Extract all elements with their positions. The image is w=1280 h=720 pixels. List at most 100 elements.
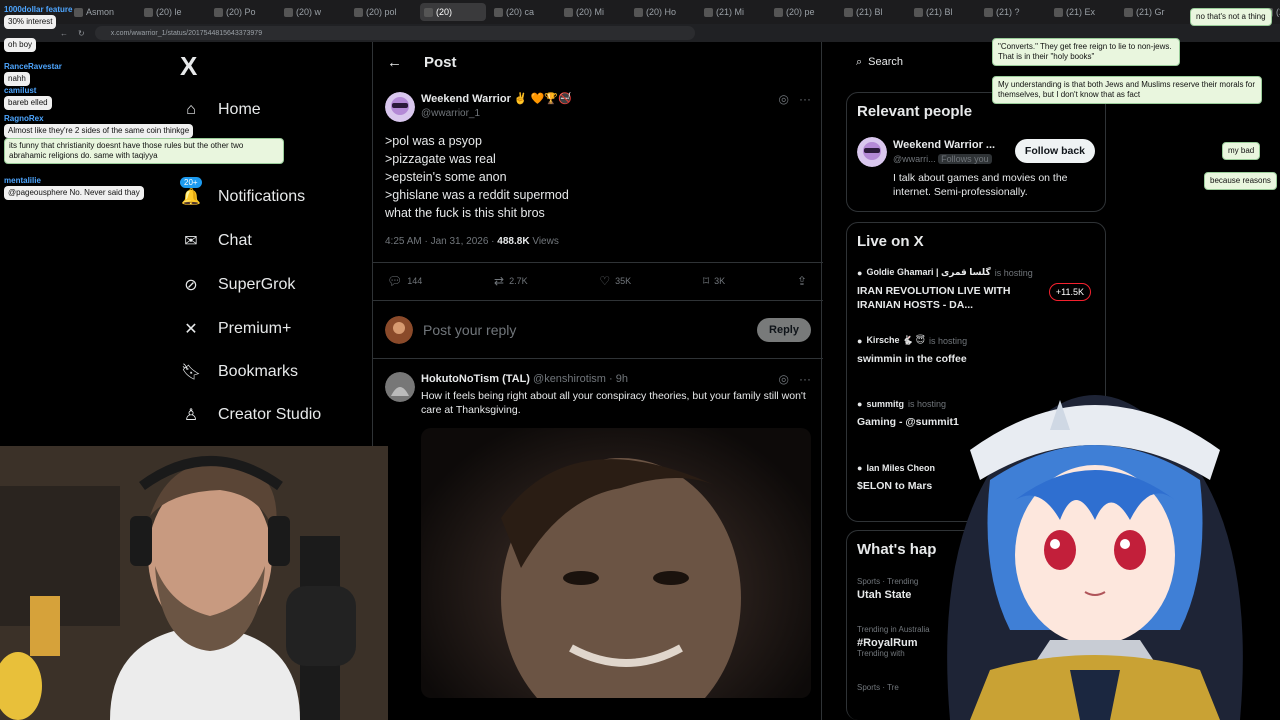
- tab-favicon-icon: [634, 7, 643, 17]
- live-item[interactable]: ● Goldie Ghamari | گلسا قمری is hosting IR…: [857, 267, 1097, 312]
- browser-tab[interactable]: (21) Gr: [1120, 3, 1186, 21]
- nav-item-creator-studio[interactable]: ♙ Creator Studio: [180, 403, 321, 427]
- chat-username: mentalilie: [4, 176, 41, 185]
- chat-message: oh boy: [4, 38, 37, 52]
- reply-author-handle: @kenshirotism · 9h: [529, 373, 628, 385]
- nav-item-premium[interactable]: ✕ Premium+: [180, 317, 291, 341]
- chat-text: Almost like they're 2 sides of the same …: [4, 124, 194, 138]
- tab-label: (20) pol: [366, 7, 397, 17]
- tab-favicon-icon: [774, 7, 783, 17]
- nav-item-label: Notifications: [218, 188, 306, 205]
- grok-icon[interactable]: ◎: [779, 92, 789, 106]
- listener-count: +11.5K: [1048, 283, 1091, 301]
- relevant-people-panel: Relevant people Weekend Warrior ... @wwa…: [846, 92, 1106, 212]
- nav-item-supergrok[interactable]: ⊘ SuperGrok: [180, 273, 295, 297]
- bookmark-button[interactable]: ⌑ 3K: [703, 274, 725, 288]
- x-icon: ✕: [184, 321, 198, 338]
- bookmark-icon: ⌑: [702, 274, 710, 288]
- grok-icon[interactable]: ◎: [779, 372, 789, 386]
- post-text: >pol was a psyop >pizzagate was real >epst…: [385, 132, 569, 222]
- host-avatar-icon: ●: [857, 463, 863, 473]
- browser-tab[interactable]: (20) pe: [770, 3, 836, 21]
- browser-tab[interactable]: (20): [420, 3, 486, 21]
- chat-text: @pageousphere No. Never said thay: [4, 186, 144, 200]
- browser-tab[interactable]: (20) Ho: [630, 3, 696, 21]
- browser-tab[interactable]: (21) Bl: [910, 3, 976, 21]
- browser-tab[interactable]: (21) Bl: [840, 3, 906, 21]
- avatar[interactable]: [857, 137, 887, 167]
- browser-tab[interactable]: Asmon: [70, 3, 136, 21]
- browser-tab[interactable]: (20) Po: [210, 3, 276, 21]
- chat-message: My understanding is that both Jews and M…: [992, 76, 1262, 104]
- tab-label: (21) Bl: [856, 7, 883, 17]
- hosting-label: is hosting: [929, 335, 968, 346]
- post-text-line: >ghislane was a reddit supermod: [385, 188, 569, 202]
- browser-tab[interactable]: (20) le: [140, 3, 206, 21]
- repost-button[interactable]: ⇄ 2.7K: [494, 274, 528, 288]
- avatar[interactable]: [385, 372, 415, 402]
- relevant-person-name[interactable]: Weekend Warrior ...: [893, 139, 995, 151]
- like-button[interactable]: ♡ 35K: [599, 274, 631, 288]
- bell-icon: 🔔 20+: [180, 177, 202, 206]
- tab-favicon-icon: [494, 7, 503, 17]
- vtuber-avatar: [910, 370, 1280, 720]
- post-detail-column: ← Post Weekend Warrior ✌️ 🧡🏆🚭 @wwarrior_…: [372, 42, 823, 720]
- live-title: IRAN REVOLUTION LIVE WITH IRANIAN HOSTS …: [857, 285, 1011, 311]
- browser-tab[interactable]: (21) ?: [980, 3, 1046, 21]
- nav-item-label: Premium+: [218, 320, 292, 337]
- back-icon[interactable]: ←: [60, 29, 68, 38]
- author-name[interactable]: Weekend Warrior ✌️ 🧡🏆🚭: [421, 92, 572, 105]
- follow-back-button[interactable]: Follow back: [1014, 139, 1095, 163]
- address-bar[interactable]: x.com/wwarrior_1/status/2017544815643373…: [94, 26, 695, 40]
- views-label: Views: [529, 236, 559, 247]
- reply-author[interactable]: HokutoNoTism (TAL) @kenshirotism · 9h: [421, 373, 628, 385]
- share-icon[interactable]: ⇪: [797, 274, 807, 288]
- tab-label: Asmon: [86, 7, 115, 17]
- like-count: 35K: [615, 276, 632, 286]
- chat-message: "Converts." They get free reign to lie t…: [992, 38, 1180, 66]
- heart-icon: ♡: [599, 274, 611, 288]
- nav-item-chat[interactable]: ✉ Chat: [180, 229, 252, 253]
- author-handle[interactable]: @wwarrior_1: [421, 108, 480, 119]
- reply-button[interactable]: 💬︎ 144: [387, 274, 422, 288]
- reply-input[interactable]: Post your reply: [423, 322, 757, 338]
- reload-icon[interactable]: ↻: [78, 29, 85, 38]
- nav-item-label: SuperGrok: [218, 276, 296, 293]
- browser-tab[interactable]: (20) Mi: [560, 3, 626, 21]
- more-icon[interactable]: ···: [799, 92, 811, 106]
- chat-message: my bad: [1222, 142, 1261, 160]
- x-logo-icon[interactable]: X: [180, 51, 197, 82]
- reply-submit-button[interactable]: Reply: [757, 318, 811, 342]
- more-icon[interactable]: ···: [799, 372, 811, 386]
- chat-text: nahh: [4, 72, 30, 86]
- browser-tab[interactable]: (21) Ex: [1050, 3, 1116, 21]
- bookmark-icon: 🔖︎: [180, 364, 202, 381]
- tab-label: (21) Ex: [1066, 7, 1096, 17]
- nav-item-bookmarks[interactable]: 🔖︎ Bookmarks: [180, 360, 298, 384]
- post-text-line: >pizzagate was real: [385, 152, 496, 166]
- browser-tab[interactable]: (20) w: [280, 3, 346, 21]
- tab-label: (20) Mi: [576, 7, 605, 17]
- views-count: 488.8K: [497, 236, 530, 247]
- nav-item-notifications[interactable]: 🔔 20+ Notifications: [180, 177, 306, 209]
- live-item[interactable]: ● Kirsche 🐇 😇 is hosting swimmin in the co…: [857, 335, 1097, 366]
- trend-item[interactable]: Sports · Tre: [857, 683, 899, 692]
- avatar[interactable]: [385, 92, 415, 122]
- post-timestamp[interactable]: 4:25 AM · Jan 31, 2026 ·: [385, 236, 497, 247]
- browser-tab[interactable]: (21) Mi: [700, 3, 766, 21]
- post-metadata: 4:25 AM · Jan 31, 2026 · 488.8K Views: [385, 236, 559, 247]
- tab-favicon-icon: [214, 7, 223, 17]
- tab-favicon-icon: [1124, 7, 1133, 17]
- reply-media-image[interactable]: [421, 428, 811, 698]
- tab-label: (20) w: [296, 7, 322, 17]
- bookmark-count: 3K: [714, 276, 726, 286]
- browser-tab[interactable]: (20) ca: [490, 3, 556, 21]
- reply-author-name: HokutoNoTism (TAL): [421, 373, 530, 385]
- chat-text: 30% interest: [4, 15, 57, 29]
- chat-message: camilust bareb elled: [4, 86, 52, 110]
- chat-message: mentalilie @pageousphere No. Never said t…: [4, 176, 144, 200]
- divider: [373, 262, 823, 263]
- browser-tab[interactable]: (20) pol: [350, 3, 416, 21]
- back-arrow-icon[interactable]: ←: [387, 54, 402, 71]
- reply-icon: 💬︎: [387, 274, 403, 288]
